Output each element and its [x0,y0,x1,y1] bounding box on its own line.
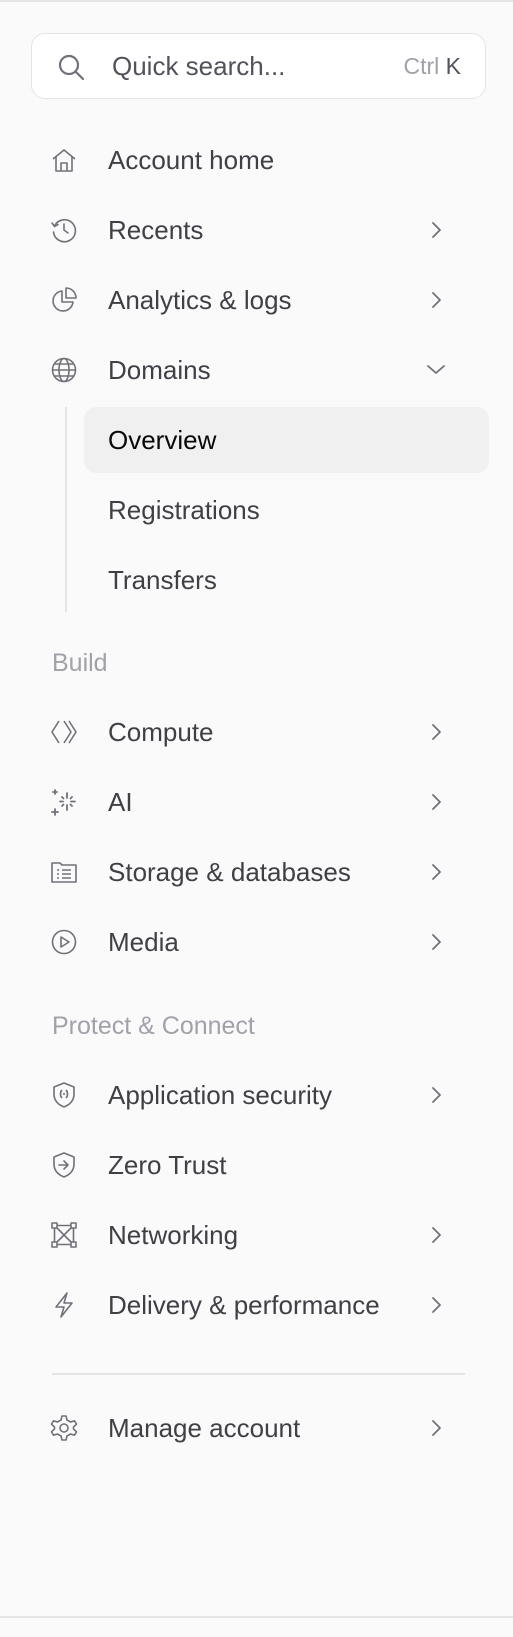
nav-item-label: AI [108,786,133,817]
search-shortcut: Ctrl K [403,53,461,80]
database-icon [50,858,78,886]
nav-item-media[interactable]: Media [50,909,468,975]
gear-icon [50,1414,78,1442]
chevron-down-icon [426,360,446,380]
nav-item-label: Domains [108,354,211,385]
nav-item-label: Zero Trust [108,1149,227,1180]
home-icon [50,146,78,174]
chevron-right-icon [426,1225,446,1245]
chevron-right-icon [426,722,446,742]
nav-item-delivery-performance[interactable]: Delivery & performance [50,1272,468,1338]
nav-item-networking[interactable]: Networking [50,1202,468,1268]
nav-item-label: Manage account [108,1412,301,1443]
shortcut-key: K [445,52,461,79]
nav-item-label: Account home [108,144,275,175]
nav-item-zero-trust[interactable]: Zero Trust [50,1132,468,1198]
globe-icon [50,356,78,384]
chevron-right-icon [426,220,446,240]
nav-item-label: Recents [108,214,204,245]
section-title-protect-connect: Protect & Connect [52,1012,255,1040]
bottom-border [0,1616,513,1618]
subnav-item-label: Registrations [108,494,260,525]
nav-item-recents[interactable]: Recents [50,197,468,263]
bolt-icon [50,1291,78,1319]
chevron-right-icon [426,1085,446,1105]
nav-item-label: Compute [108,716,214,747]
subnav-item-transfers[interactable]: Transfers [84,547,489,613]
nav-item-label: Analytics & logs [108,284,292,315]
subnav-item-overview[interactable]: Overview [84,407,489,473]
network-icon [50,1221,78,1249]
search-placeholder: Quick search... [112,50,286,81]
play-icon [50,928,78,956]
section-title-build: Build [52,649,108,677]
nav-item-label: Media [108,926,179,957]
nav-item-label: Networking [108,1219,239,1250]
nav-item-manage-account[interactable]: Manage account [50,1395,468,1461]
nav-item-label: Delivery & performance [108,1289,380,1320]
subnav-item-registrations[interactable]: Registrations [84,477,489,543]
nav-item-label: Application security [108,1079,332,1110]
nav-item-analytics-logs[interactable]: Analytics & logs [50,267,468,333]
subnav-item-label: Transfers [108,564,217,595]
chevron-right-icon [426,792,446,812]
nav-item-label: Storage & databases [108,856,351,887]
chevron-right-icon [426,932,446,952]
nav-item-compute[interactable]: Compute [50,699,468,765]
chevron-right-icon [426,290,446,310]
history-icon [50,216,78,244]
nav-item-account-home[interactable]: Account home [50,127,468,193]
subnav-item-label: Overview [108,424,217,455]
chevron-right-icon [426,1295,446,1315]
shortcut-modifier: Ctrl [403,52,440,79]
shield-arrow-icon [50,1151,78,1179]
nav-item-application-security[interactable]: Application security [50,1062,468,1128]
nav-item-domains[interactable]: Domains [50,337,468,403]
nav-item-storage-databases[interactable]: Storage & databases [50,839,468,905]
chevron-right-icon [426,862,446,882]
chevron-right-icon [426,1418,446,1438]
pie-chart-icon [50,286,78,314]
quick-search[interactable]: Quick search... Ctrl K [31,33,486,99]
sidebar: Quick search... Ctrl K Account home Rece… [0,0,513,1637]
divider [52,1373,465,1375]
compute-icon [50,718,78,746]
nav-item-ai[interactable]: AI [50,769,468,835]
subnav-guide-line [65,407,67,612]
sparkle-icon [50,788,78,816]
search-icon [56,52,86,82]
shield-icon [50,1081,78,1109]
